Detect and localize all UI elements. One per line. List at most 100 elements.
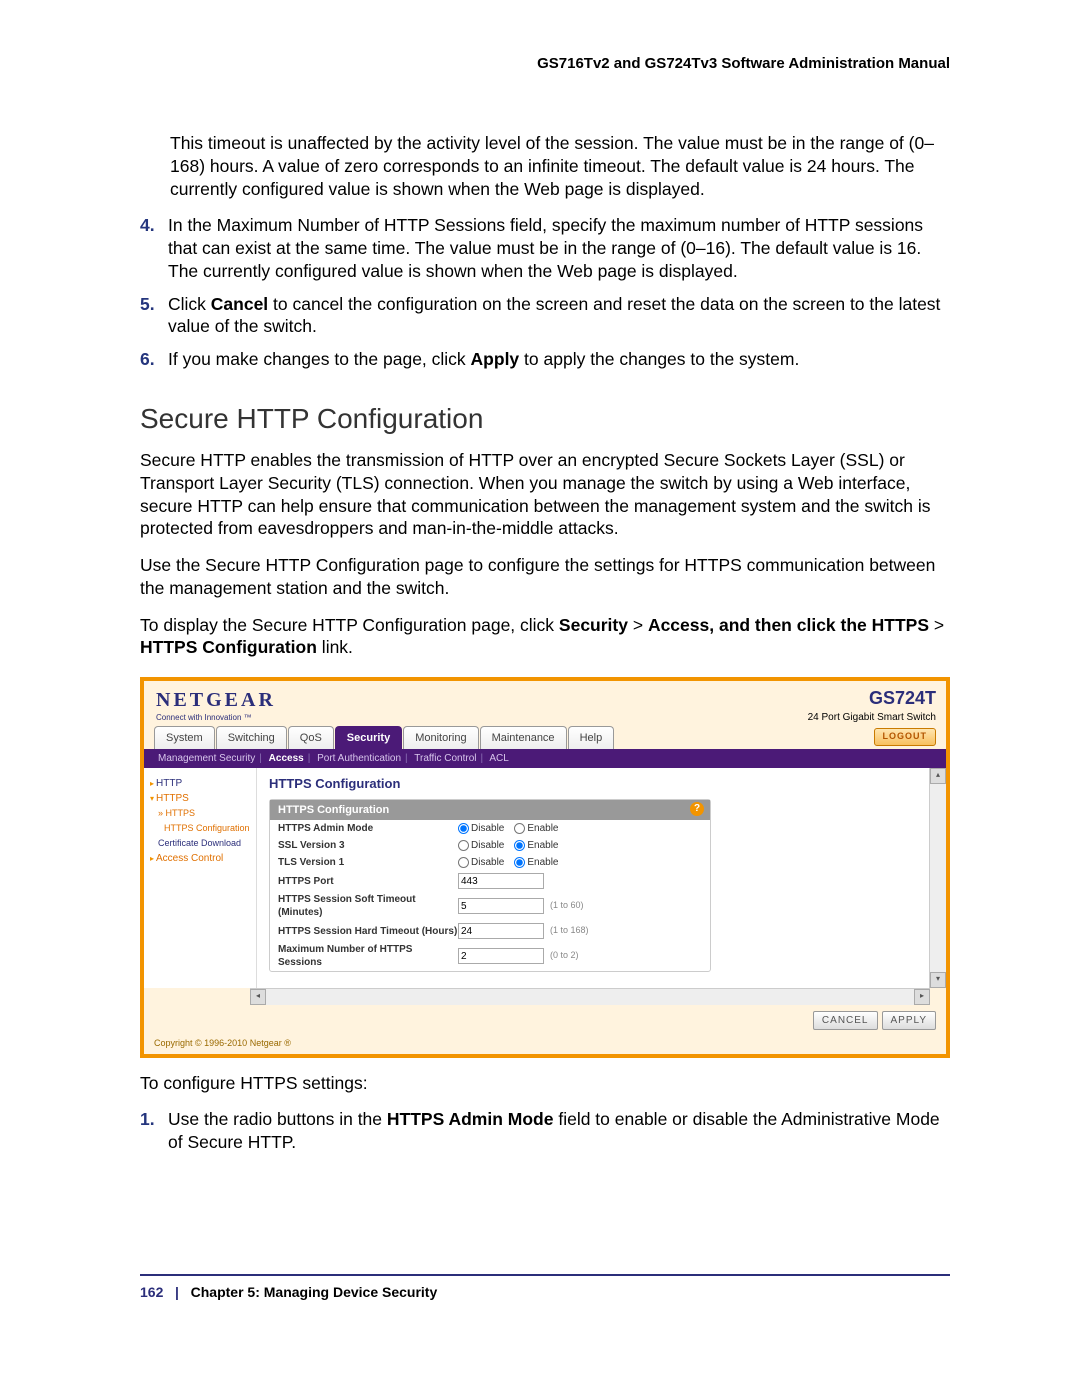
step6-prefix: If you make changes to the page, click bbox=[168, 349, 471, 369]
help-icon[interactable]: ? bbox=[690, 802, 704, 816]
input-soft-timeout[interactable] bbox=[458, 898, 544, 914]
step5-suffix: to cancel the configuration on the scree… bbox=[168, 294, 940, 337]
hint-max: (0 to 2) bbox=[550, 950, 579, 962]
footer-sep: | bbox=[175, 1284, 179, 1300]
intro-paragraph: This timeout is unaffected by the activi… bbox=[170, 132, 950, 200]
after1-prefix: Use the radio buttons in the bbox=[168, 1109, 387, 1129]
https-config-panel: HTTPS Configuration ? HTTPS Admin Mode D… bbox=[269, 799, 711, 972]
after1-bold: HTTPS Admin Mode bbox=[387, 1109, 554, 1129]
radio-tls1-disable[interactable]: Disable bbox=[458, 856, 504, 869]
input-https-port[interactable] bbox=[458, 873, 544, 889]
manual-title: GS716Tv2 and GS724Tv3 Software Administr… bbox=[140, 55, 950, 72]
section-p2: Use the Secure HTTP Configuration page t… bbox=[140, 554, 950, 600]
scroll-left-icon[interactable]: ◂ bbox=[250, 989, 266, 1005]
cancel-bold: Cancel bbox=[211, 294, 268, 314]
p3-access: Access, and then click the HTTPS bbox=[648, 615, 929, 635]
step-number-6: 6. bbox=[140, 348, 168, 371]
opt-disable: Disable bbox=[471, 822, 504, 835]
sidebar-http[interactable]: HTTP bbox=[156, 778, 182, 789]
radio-admin-enable[interactable]: Enable bbox=[514, 822, 558, 835]
sidebar-https[interactable]: HTTPS bbox=[156, 793, 189, 804]
netgear-tagline: Connect with Innovation ™ bbox=[156, 713, 276, 723]
subnav-mgmt-security[interactable]: Management Security bbox=[158, 753, 255, 764]
hint-hard: (1 to 168) bbox=[550, 925, 589, 937]
subnav-acl[interactable]: ACL bbox=[489, 753, 508, 764]
embedded-ui-screenshot: NETGEAR Connect with Innovation ™ GS724T… bbox=[140, 677, 950, 1057]
page-footer: 162 | Chapter 5: Managing Device Securit… bbox=[140, 1274, 950, 1300]
radio-admin-disable[interactable]: Disable bbox=[458, 822, 504, 835]
tab-security[interactable]: Security bbox=[335, 726, 402, 749]
section-heading: Secure HTTP Configuration bbox=[140, 401, 950, 437]
step-text-4: In the Maximum Number of HTTP Sessions f… bbox=[168, 214, 950, 282]
horizontal-scrollbar[interactable]: ◂ ▸ bbox=[250, 988, 930, 1005]
tab-maintenance[interactable]: Maintenance bbox=[480, 726, 567, 749]
scroll-right-icon[interactable]: ▸ bbox=[914, 989, 930, 1005]
tab-qos[interactable]: QoS bbox=[288, 726, 334, 749]
cancel-button[interactable]: CANCEL bbox=[813, 1011, 878, 1030]
caret-icon: ▸ bbox=[150, 779, 154, 788]
tab-system[interactable]: System bbox=[154, 726, 215, 749]
page-number: 162 bbox=[140, 1284, 163, 1300]
tab-help[interactable]: Help bbox=[568, 726, 615, 749]
apply-button[interactable]: APPLY bbox=[882, 1011, 937, 1030]
copyright-text: Copyright © 1996-2010 Netgear ® bbox=[144, 1036, 946, 1054]
radio-ssl3-enable[interactable]: Enable bbox=[514, 839, 558, 852]
label-soft-timeout: HTTPS Session Soft Timeout (Minutes) bbox=[278, 893, 458, 919]
sidebar-access-control[interactable]: Access Control bbox=[156, 853, 223, 864]
sidebar-cert-download[interactable]: Certificate Download bbox=[158, 838, 241, 848]
p3-suffix: link. bbox=[317, 637, 353, 657]
input-hard-timeout[interactable] bbox=[458, 923, 544, 939]
logout-button[interactable]: LOGOUT bbox=[874, 728, 937, 746]
p3-prefix: To display the Secure HTTP Configuration… bbox=[140, 615, 559, 635]
subnav-bar: Management Security| Access| Port Authen… bbox=[144, 749, 946, 768]
after-step-number-1: 1. bbox=[140, 1108, 168, 1154]
sidebar-https-config[interactable]: » HTTPS bbox=[158, 808, 195, 818]
step-text-6: If you make changes to the page, click A… bbox=[168, 348, 950, 371]
p3-security: Security bbox=[559, 615, 628, 635]
step6-suffix: to apply the changes to the system. bbox=[519, 349, 799, 369]
scroll-up-icon[interactable]: ▴ bbox=[930, 768, 946, 784]
input-max-sessions[interactable] bbox=[458, 948, 544, 964]
scroll-down-icon[interactable]: ▾ bbox=[930, 972, 946, 988]
netgear-logo: NETGEAR bbox=[156, 687, 276, 713]
opt-enable: Enable bbox=[527, 839, 558, 852]
tab-monitoring[interactable]: Monitoring bbox=[403, 726, 478, 749]
section-p3: To display the Secure HTTP Configuration… bbox=[140, 614, 950, 660]
sidebar-nav: ▸HTTP ▾HTTPS » HTTPS HTTPS Configuration… bbox=[144, 768, 257, 988]
label-ssl3: SSL Version 3 bbox=[278, 839, 458, 852]
after-step-text-1: Use the radio buttons in the HTTPS Admin… bbox=[168, 1108, 950, 1154]
step5-prefix: Click bbox=[168, 294, 211, 314]
caret-icon: ▾ bbox=[150, 794, 154, 803]
content-title: HTTPS Configuration bbox=[269, 776, 917, 793]
sidebar-https-config-sub[interactable]: HTTPS Configuration bbox=[164, 823, 250, 833]
chapter-label: Chapter 5: Managing Device Security bbox=[191, 1284, 438, 1300]
vertical-scrollbar[interactable]: ▴ ▾ bbox=[929, 768, 946, 988]
subnav-port-auth[interactable]: Port Authentication bbox=[317, 753, 401, 764]
label-https-port: HTTPS Port bbox=[278, 875, 458, 888]
label-max-sessions: Maximum Number of HTTPS Sessions bbox=[278, 943, 458, 969]
panel-header: HTTPS Configuration ? bbox=[270, 800, 710, 820]
step-number-5: 5. bbox=[140, 293, 168, 339]
tab-switching[interactable]: Switching bbox=[216, 726, 287, 749]
step-text-5: Click Cancel to cancel the configuration… bbox=[168, 293, 950, 339]
label-hard-timeout: HTTPS Session Hard Timeout (Hours) bbox=[278, 925, 458, 938]
after-p1: To configure HTTPS settings: bbox=[140, 1072, 950, 1095]
panel-title-text: HTTPS Configuration bbox=[278, 804, 389, 816]
hint-soft: (1 to 60) bbox=[550, 900, 584, 912]
subnav-traffic-control[interactable]: Traffic Control bbox=[414, 753, 476, 764]
radio-ssl3-disable[interactable]: Disable bbox=[458, 839, 504, 852]
caret-icon: ▸ bbox=[150, 854, 154, 863]
opt-enable: Enable bbox=[527, 856, 558, 869]
p3-httpsconf: HTTPS Configuration bbox=[140, 637, 317, 657]
step-number-4: 4. bbox=[140, 214, 168, 282]
p3-gt1: > bbox=[628, 615, 648, 635]
opt-disable: Disable bbox=[471, 856, 504, 869]
label-admin-mode: HTTPS Admin Mode bbox=[278, 822, 458, 835]
label-tls1: TLS Version 1 bbox=[278, 856, 458, 869]
section-p1: Secure HTTP enables the transmission of … bbox=[140, 449, 950, 540]
radio-tls1-enable[interactable]: Enable bbox=[514, 856, 558, 869]
p3-gt2: > bbox=[929, 615, 944, 635]
opt-disable: Disable bbox=[471, 839, 504, 852]
apply-bold: Apply bbox=[471, 349, 520, 369]
subnav-access[interactable]: Access bbox=[269, 753, 304, 764]
